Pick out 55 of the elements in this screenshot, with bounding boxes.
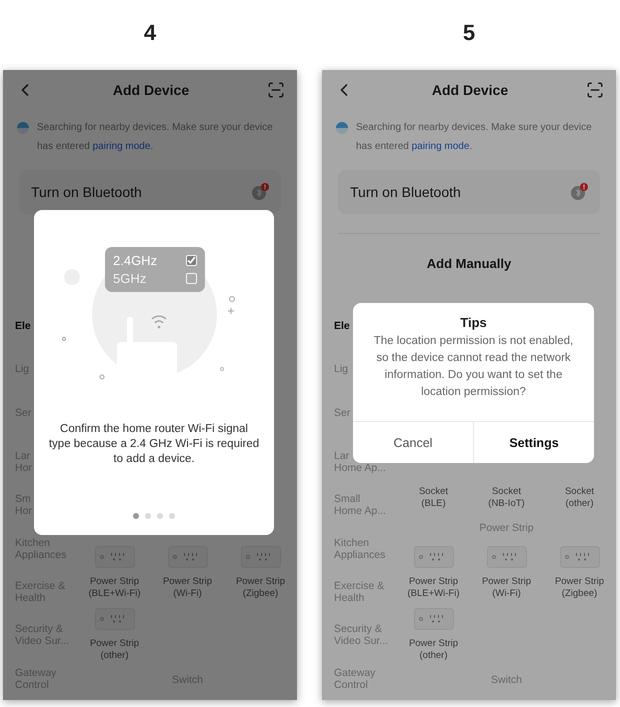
step-number: 4 — [144, 19, 156, 47]
page-dot[interactable] — [157, 513, 163, 519]
device-label[interactable]: Power Strip (Wi-Fi) — [482, 576, 532, 600]
section-heading: Add Manually — [426, 256, 512, 271]
page-dot[interactable] — [145, 513, 151, 519]
bluetooth-label: Turn on Bluetooth — [350, 184, 461, 200]
scan-icon[interactable] — [267, 81, 285, 99]
category-heading: Switch — [490, 674, 523, 686]
searching-message: Searching for nearby devices. Make sure your device has entered pairing mode. — [37, 121, 274, 154]
device-label[interactable]: Power Strip (Zigbee) — [236, 576, 286, 600]
settings-button[interactable]: Settings — [473, 422, 594, 463]
power-strip-icon[interactable] — [414, 546, 454, 568]
device-label[interactable]: Power Strip (Zigbee) — [554, 576, 604, 600]
page-dot[interactable] — [169, 513, 175, 519]
page-dot[interactable] — [133, 513, 139, 519]
bluetooth-card[interactable]: Turn on Bluetooth — [338, 170, 600, 214]
power-strip-icon[interactable] — [240, 546, 280, 568]
power-strip-icon[interactable] — [560, 546, 600, 568]
scan-icon[interactable] — [586, 81, 604, 99]
category-heading: Power Strip — [478, 522, 535, 534]
power-strip-icon[interactable] — [168, 546, 208, 568]
power-strip-icon[interactable] — [486, 546, 526, 568]
band-label: 2.4GHz — [113, 253, 158, 268]
device-label[interactable]: Power Strip (other) — [408, 638, 458, 662]
pairing-mode-link[interactable]: pairing mode — [412, 141, 470, 152]
device-label[interactable]: Socket (NB-IoT) — [488, 486, 525, 510]
power-strip-icon[interactable] — [94, 608, 134, 630]
dialog-message: The location permission is not enabled, so the device cannot read the network information. Do you want to set the location permission? — [372, 334, 574, 400]
step-number: 5 — [462, 19, 476, 47]
screen-title: Add Device — [112, 82, 190, 98]
power-strip-icon[interactable] — [94, 546, 134, 568]
bluetooth-card[interactable]: Turn on Bluetooth — [19, 170, 281, 214]
dialog-title: Tips — [460, 315, 487, 330]
pairing-mode-link[interactable]: pairing mode — [92, 141, 150, 152]
device-label[interactable]: Power Strip (other) — [90, 638, 140, 662]
device-label[interactable]: Power Strip (Wi-Fi) — [162, 576, 212, 600]
category-item[interactable]: Exercise & Health — [334, 570, 397, 614]
device-label[interactable]: Power Strip (BLE+Wi-Fi) — [88, 576, 140, 600]
band-label: 5GHz — [113, 271, 146, 286]
bluetooth-label: Turn on Bluetooth — [31, 184, 142, 200]
loading-spinner-icon — [336, 122, 348, 134]
category-item[interactable]: Small Home Ap... — [334, 483, 397, 527]
tip-message: Confirm the home router Wi-Fi signal type because a 2.4 GHz Wi-Fi is required to add a device. — [48, 422, 260, 467]
device-label[interactable]: Socket (other) — [564, 486, 594, 510]
category-item[interactable]: Gateway Control — [334, 656, 397, 700]
category-item[interactable]: Kitchen Appliances — [334, 526, 397, 570]
bluetooth-alert-icon[interactable] — [570, 183, 588, 201]
power-strip-icon[interactable] — [414, 608, 454, 630]
bluetooth-alert-icon[interactable] — [251, 183, 269, 201]
screen-title: Add Device — [432, 82, 508, 98]
searching-message: Searching for nearby devices. Make sure your device has entered pairing mode. — [356, 121, 593, 154]
device-label[interactable]: Power Strip (BLE+Wi-Fi) — [408, 576, 460, 600]
loading-spinner-icon — [17, 122, 29, 134]
device-label[interactable]: Socket (BLE) — [418, 486, 448, 510]
category-item[interactable]: Security & Video Sur... — [334, 613, 397, 657]
